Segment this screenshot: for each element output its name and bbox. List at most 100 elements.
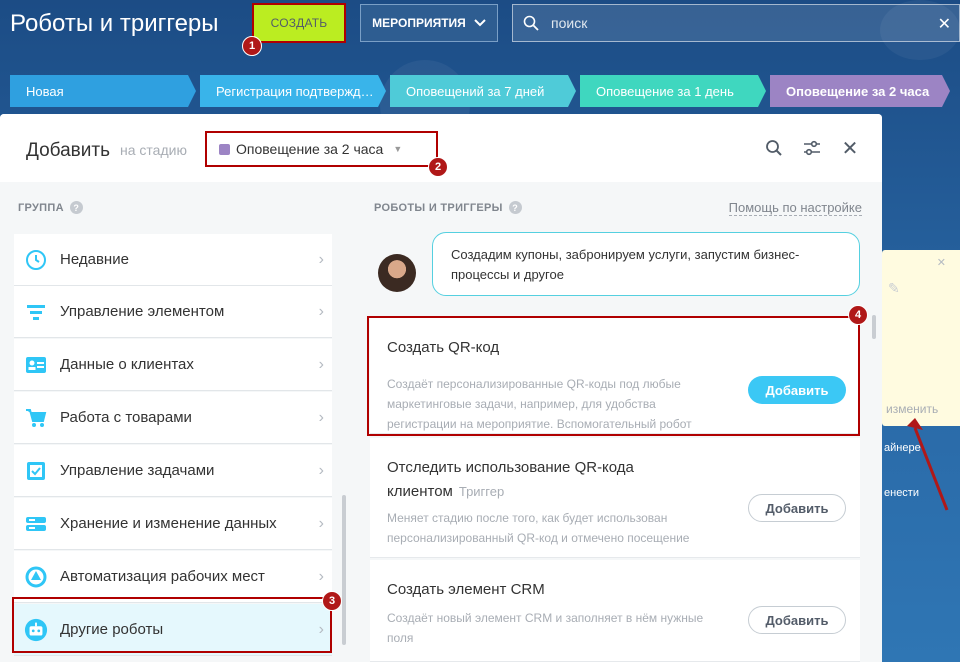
robot-title: Создать QR-код [387,336,707,360]
robot-description: Создаёт персонализированные QR-коды под … [387,377,692,431]
robots-heading-text: РОБОТЫ И ТРИГГЕРЫ [374,201,503,214]
events-dropdown-button[interactable]: МЕРОПРИЯТИЯ [360,4,498,42]
stage-1-day[interactable]: Оповещение за 1 день [580,75,766,107]
page-title: Роботы и триггеры [10,10,219,37]
group-label: Управление задачами [60,462,215,479]
scrollbar[interactable] [342,495,346,645]
search-input[interactable] [551,15,921,31]
add-button[interactable]: Добавить [748,376,846,404]
pencil-icon[interactable]: ✎ [888,280,900,297]
chevron-right-icon: › [318,302,324,320]
history-icon [24,248,48,272]
group-label: Хранение и изменение данных [60,515,277,532]
annotation-marker: 3 [322,591,342,611]
robot-title: Отследить использование QR-кода клиентом… [387,456,707,504]
chevron-right-icon: › [318,514,324,532]
side-card: ✕ ✎ изменить [882,250,960,426]
annotation-marker: 1 [242,36,262,56]
group-item-products[interactable]: Работа с товарами › [14,392,332,444]
avatar [378,254,416,292]
help-icon[interactable]: ? [69,201,83,214]
robot-card-create-qr[interactable]: Создать QR-код Создаёт персонализированн… [370,318,860,434]
close-icon[interactable]: ✕ [938,14,951,34]
search-box: ✕ [512,4,960,42]
stage-registration[interactable]: Регистрация подтвержд… [200,75,386,107]
group-heading: ГРУППА ? [18,201,83,214]
scrollbar[interactable] [872,315,876,339]
group-label: Работа с товарами [60,409,192,426]
robot-title-text: Создать QR-код [387,339,500,356]
group-item-tasks[interactable]: Управление задачами › [14,445,332,497]
chevron-right-icon: › [318,567,324,585]
stage-label: Оповещение за 2 часа [786,83,930,99]
robot-title-text: Отследить использование QR-кода клиентом [387,459,634,500]
help-link[interactable]: Помощь по настройке [728,200,862,216]
robots-list: РОБОТЫ И ТРИГГЕРЫ ? Помощь по настройке … [356,182,882,662]
robot-title: Создать элемент CRM [387,578,707,602]
filter-icon [24,300,48,324]
search-icon [523,15,539,31]
storage-icon [24,512,48,536]
search-icon[interactable] [764,138,784,158]
stage-label: Регистрация подтвержд… [216,83,374,99]
group-item-automation[interactable]: Автоматизация рабочих мест › [14,551,332,603]
chevron-down-icon [474,19,486,27]
annotation-arrow [907,418,949,511]
robot-card-create-crm[interactable]: Создать элемент CRM Создаёт новый элемен… [370,560,860,662]
stage-new[interactable]: Новая [10,75,196,107]
automation-icon [24,565,48,589]
chevron-right-icon: › [318,620,324,638]
add-button[interactable]: Добавить [748,606,846,634]
chevron-right-icon: › [318,408,324,426]
group-label: Данные о клиентах [60,356,194,373]
robots-heading: РОБОТЫ И ТРИГГЕРЫ ? [374,201,522,214]
edit-link[interactable]: изменить [886,402,938,416]
stage-label: Оповещение за 1 день [596,83,734,99]
group-list: ГРУППА ? Недавние › Управление элементом… [0,182,356,662]
close-icon[interactable]: ✕ [937,256,946,269]
stage-7-days[interactable]: Оповещений за 7 дней [390,75,576,107]
close-icon[interactable]: ✕ [840,138,860,160]
stage-select-value: Оповещение за 2 часа [236,141,384,157]
contact-card-icon [24,353,48,377]
assistant-bubble: Создадим купоны, забронируем услуги, зап… [432,232,860,296]
annotation-marker: 2 [428,157,448,177]
group-label: Управление элементом [60,303,225,320]
chevron-right-icon: › [318,355,324,373]
create-button[interactable]: СОЗДАТЬ [252,3,346,43]
add-robot-panel: Добавить на стадию Оповещение за 2 часа … [0,114,882,662]
stage-label: Новая [26,83,64,99]
task-icon [24,459,48,483]
robot-icon [24,618,48,642]
group-item-storage[interactable]: Хранение и изменение данных › [14,498,332,550]
robot-description: Меняет стадию после того, как будет испо… [387,511,690,545]
robot-type-label: Триггер [458,484,505,499]
group-item-other-robots[interactable]: Другие роботы › [14,604,332,656]
group-label: Автоматизация рабочих мест [60,568,265,585]
settings-sliders-icon[interactable] [802,138,822,158]
group-item-recent[interactable]: Недавние › [14,234,332,286]
help-icon[interactable]: ? [508,201,522,214]
add-button[interactable]: Добавить [748,494,846,522]
group-item-clients[interactable]: Данные о клиентах › [14,339,332,391]
group-item-element[interactable]: Управление элементом › [14,286,332,338]
chevron-right-icon: › [318,461,324,479]
group-label: Недавние [60,251,129,268]
annotation-marker: 4 [848,305,868,325]
caret-down-icon: ▼ [393,144,403,154]
stage-label: Оповещений за 7 дней [406,83,545,99]
group-label: Другие роботы [60,621,164,638]
stage-select[interactable]: Оповещение за 2 часа ▼ [205,131,438,167]
top-bar: Роботы и триггеры СОЗДАТЬ МЕРОПРИЯТИЯ ✕ [0,0,960,48]
robot-title-text: Создать элемент CRM [387,581,545,598]
cart-icon [24,406,48,430]
robot-description: Создаёт новый элемент CRM и заполняет в … [387,611,704,645]
stage-color-dot [219,143,230,155]
on-stage-label: на стадию [120,142,187,158]
group-heading-text: ГРУППА [18,201,64,214]
robot-card-track-qr[interactable]: Отследить использование QR-кода клиентом… [370,438,860,558]
panel-title: Добавить [26,140,110,161]
stage-2-hours[interactable]: Оповещение за 2 часа [770,75,950,107]
chevron-right-icon: › [318,250,324,268]
events-label: МЕРОПРИЯТИЯ [372,16,466,30]
